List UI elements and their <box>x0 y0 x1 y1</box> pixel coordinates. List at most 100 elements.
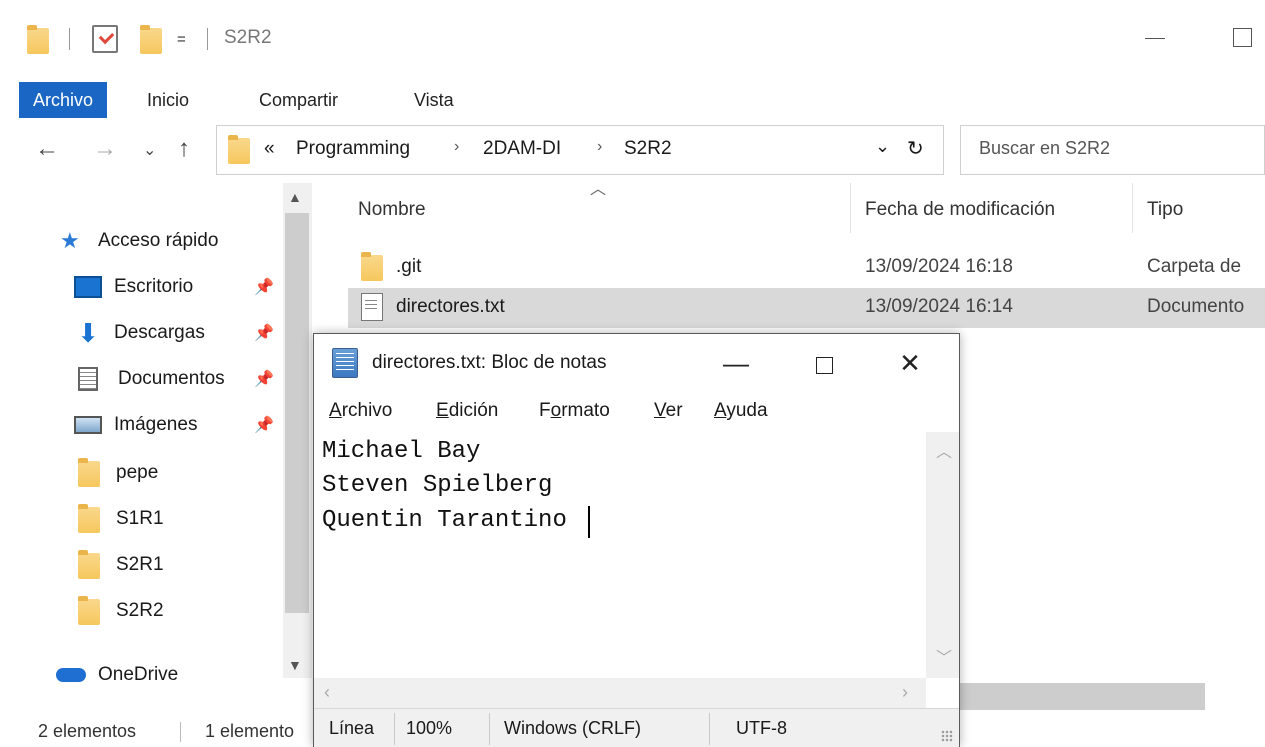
breadcrumb-programming[interactable]: Programming <box>296 138 410 160</box>
sidebar-item-label: S2R2 <box>116 600 164 621</box>
scroll-up-icon[interactable]: ▲ <box>288 189 302 205</box>
menu-archivo[interactable]: Archivo <box>329 400 392 422</box>
folder-icon <box>228 135 250 164</box>
tab-vista[interactable]: Vista <box>400 82 468 118</box>
sidebar-item-label: Acceso rápido <box>98 230 219 251</box>
column-divider[interactable] <box>850 183 851 233</box>
sidebar-item-label: Imágenes <box>114 414 198 435</box>
tab-archivo[interactable]: Archivo <box>19 82 108 118</box>
maximize-icon[interactable] <box>1233 28 1252 47</box>
notepad-title-bar[interactable]: directores.txt: Bloc de notas — ✕ <box>314 334 959 392</box>
sidebar-item-documentos[interactable]: Documentos <box>74 359 225 399</box>
minimize-icon[interactable] <box>1145 38 1165 39</box>
folder-icon[interactable] <box>27 25 49 54</box>
notepad-vertical-scrollbar[interactable]: ︿ ﹀ <box>926 432 959 678</box>
table-row[interactable]: .git 13/09/2024 16:18 Carpeta de <box>348 248 1265 288</box>
recent-locations-icon[interactable]: ⌄ <box>143 136 156 166</box>
close-icon[interactable]: ✕ <box>890 348 930 378</box>
text-file-icon <box>361 293 383 321</box>
notepad-horizontal-scrollbar[interactable]: ‹ › <box>314 678 926 708</box>
breadcrumb-s2r2[interactable]: S2R2 <box>624 138 672 160</box>
notepad-window: directores.txt: Bloc de notas — ✕ Archiv… <box>313 333 960 747</box>
file-type: Carpeta de <box>1147 256 1242 277</box>
sidebar-item-label: S2R1 <box>116 554 164 575</box>
notepad-icon[interactable] <box>332 348 358 378</box>
pictures-icon <box>74 416 102 434</box>
breadcrumb-separator[interactable]: › <box>454 138 459 156</box>
zoom-level: 100% <box>406 718 453 738</box>
column-header-tipo[interactable]: Tipo <box>1147 199 1183 221</box>
sidebar-item-s2r1[interactable]: S2R1 <box>78 545 164 585</box>
scroll-up-icon[interactable]: ︿ <box>936 438 952 462</box>
up-icon[interactable]: ↑ <box>178 134 190 164</box>
pin-icon[interactable]: 📌 <box>254 323 274 343</box>
sidebar-item-label: OneDrive <box>98 664 179 685</box>
status-separator <box>180 722 181 742</box>
back-icon[interactable]: ← <box>35 134 59 164</box>
breadcrumb-separator[interactable]: › <box>597 138 602 156</box>
refresh-icon[interactable]: ↻ <box>907 136 924 161</box>
column-divider[interactable] <box>1132 183 1133 233</box>
resize-grip-icon[interactable] <box>941 730 953 742</box>
status-separator <box>709 713 710 745</box>
sidebar-item-imagenes[interactable]: Imágenes <box>74 405 197 445</box>
sidebar-item-onedrive[interactable]: OneDrive <box>56 655 178 695</box>
sidebar-item-pepe[interactable]: pepe <box>78 453 158 493</box>
sidebar-item-label: Escritorio <box>114 276 194 297</box>
maximize-icon[interactable] <box>804 348 844 378</box>
sidebar-item-acceso-rapido[interactable]: ★ Acceso rápido <box>60 221 218 261</box>
status-separator <box>394 713 395 745</box>
file-date: 13/09/2024 16:14 <box>865 296 1013 317</box>
sidebar-item-s1r1[interactable]: S1R1 <box>78 499 164 539</box>
address-bar[interactable]: « Programming › 2DAM-DI › S2R2 ⌄ ↻ <box>216 125 944 175</box>
folder-icon <box>78 458 100 487</box>
forward-icon[interactable]: → <box>93 134 117 164</box>
download-icon: ⬇ <box>77 318 99 348</box>
new-folder-icon[interactable] <box>140 25 162 54</box>
file-name: .git <box>396 256 422 277</box>
scroll-down-icon[interactable]: ▼ <box>288 657 302 673</box>
file-date: 13/09/2024 16:18 <box>865 256 1013 277</box>
scroll-down-icon[interactable]: ﹀ <box>936 644 952 668</box>
breadcrumb-2dam-di[interactable]: 2DAM-DI <box>483 138 561 160</box>
address-history-icon[interactable]: ⌄ <box>875 136 890 157</box>
navigation-pane: ★ Acceso rápido Escritorio 📌 ⬇ Descargas… <box>0 183 318 685</box>
cursor-position: Línea <box>329 718 375 738</box>
folder-icon <box>78 504 100 533</box>
tab-compartir[interactable]: Compartir <box>245 82 352 118</box>
desktop-icon <box>74 276 102 298</box>
title-separator <box>69 28 70 50</box>
column-header-nombre[interactable]: Nombre <box>358 199 426 221</box>
sidebar-item-label: Descargas <box>114 322 205 343</box>
sidebar-item-escritorio[interactable]: Escritorio <box>74 267 193 307</box>
folder-icon <box>78 550 100 579</box>
search-input[interactable]: Buscar en S2R2 <box>960 125 1265 175</box>
customize-quick-access-icon[interactable]: = <box>177 31 186 48</box>
folder-icon <box>78 596 100 625</box>
tab-inicio[interactable]: Inicio <box>133 82 203 118</box>
sidebar-scrollbar-thumb[interactable] <box>285 213 309 613</box>
pin-icon[interactable]: 📌 <box>254 415 274 435</box>
notepad-text-area[interactable]: Michael Bay Steven Spielberg Quentin Tar… <box>314 432 926 678</box>
breadcrumb-overflow[interactable]: « <box>264 138 275 160</box>
column-header-fecha[interactable]: Fecha de modificación <box>865 199 1055 221</box>
selected-count: 1 elemento <box>205 721 295 741</box>
pin-icon[interactable]: 📌 <box>254 277 274 297</box>
minimize-icon[interactable]: — <box>716 348 756 378</box>
menu-ayuda[interactable]: Ayuda <box>714 400 768 422</box>
properties-icon[interactable] <box>92 25 118 53</box>
sidebar-item-descargas[interactable]: ⬇ Descargas <box>74 313 205 353</box>
pin-icon[interactable]: 📌 <box>254 369 274 389</box>
sidebar-item-s2r2[interactable]: S2R2 <box>78 591 164 631</box>
scroll-right-icon[interactable]: › <box>902 682 908 703</box>
line-ending: Windows (CRLF) <box>504 718 642 738</box>
sidebar-item-label: S1R1 <box>116 508 164 529</box>
file-list-scrollbar-thumb[interactable] <box>955 683 1205 710</box>
menu-edicion[interactable]: Edición <box>436 400 498 422</box>
table-row[interactable]: directores.txt 13/09/2024 16:14 Document… <box>348 288 1265 328</box>
sort-ascending-icon: ︿ <box>590 181 607 198</box>
menu-formato[interactable]: Formato <box>539 400 610 422</box>
scroll-left-icon[interactable]: ‹ <box>324 682 330 703</box>
window-title: S2R2 <box>224 27 272 48</box>
menu-ver[interactable]: Ver <box>654 400 683 422</box>
